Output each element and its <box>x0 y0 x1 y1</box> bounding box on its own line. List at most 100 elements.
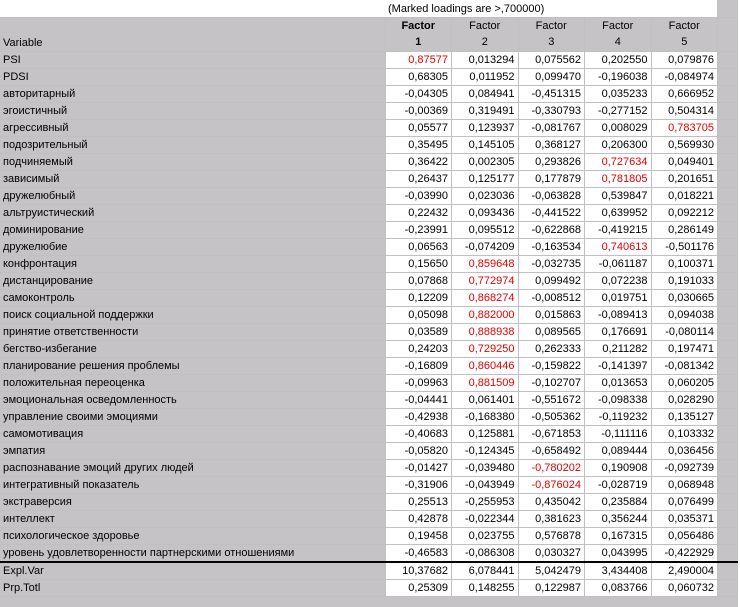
factor-1-cell[interactable]: 10,37682 <box>385 562 452 580</box>
factor-1-cell[interactable]: 0,22432 <box>385 205 452 222</box>
factor-3-cell[interactable]: 0,089565 <box>518 324 585 341</box>
factor-2-cell[interactable]: -0,086308 <box>452 545 519 563</box>
row-label[interactable]: агрессивный <box>0 120 385 137</box>
factor-3-header[interactable]: Factor3 <box>518 18 585 52</box>
factor-5-cell[interactable]: -0,501176 <box>651 239 718 256</box>
factor-3-cell[interactable]: -0,451315 <box>518 86 585 103</box>
factor-2-cell[interactable]: 0,011952 <box>452 69 519 86</box>
factor-1-cell[interactable]: -0,16809 <box>385 358 452 375</box>
factor-4-cell[interactable]: 0,083766 <box>585 580 652 597</box>
factor-4-cell[interactable]: 0,167315 <box>585 528 652 545</box>
factor-5-cell[interactable]: 0,286149 <box>651 222 718 239</box>
row-label[interactable]: поиск социальной поддержки <box>0 307 385 324</box>
factor-1-cell[interactable]: 0,19458 <box>385 528 452 545</box>
factor-1-cell[interactable]: 0,06563 <box>385 239 452 256</box>
factor-1-cell[interactable]: 0,35495 <box>385 137 452 154</box>
factor-3-cell[interactable]: -0,658492 <box>518 443 585 460</box>
factor-3-cell[interactable]: 0,576878 <box>518 528 585 545</box>
factor-1-cell[interactable]: 0,25309 <box>385 580 452 597</box>
factor-1-cell[interactable]: 0,25513 <box>385 494 452 511</box>
factor-5-cell[interactable]: 0,068948 <box>651 477 718 494</box>
factor-2-cell[interactable]: 0,888938 <box>452 324 519 341</box>
factor-1-cell[interactable]: 0,26437 <box>385 171 452 188</box>
factor-5-cell[interactable]: 2,490004 <box>651 562 718 580</box>
factor-2-cell[interactable]: 0,881509 <box>452 375 519 392</box>
row-label[interactable]: самоконтроль <box>0 290 385 307</box>
factor-1-cell[interactable]: 0,03589 <box>385 324 452 341</box>
row-label[interactable]: авторитарный <box>0 86 385 103</box>
factor-1-cell[interactable]: -0,04441 <box>385 392 452 409</box>
factor-4-cell[interactable]: 0,089444 <box>585 443 652 460</box>
factor-2-cell[interactable]: 0,023036 <box>452 188 519 205</box>
row-label[interactable]: конфронтация <box>0 256 385 273</box>
factor-2-cell[interactable]: 0,860446 <box>452 358 519 375</box>
factor-4-cell[interactable]: 0,019751 <box>585 290 652 307</box>
row-label[interactable]: Expl.Var <box>0 562 385 580</box>
factor-5-cell[interactable]: 0,049401 <box>651 154 718 171</box>
factor-1-cell[interactable]: -0,05820 <box>385 443 452 460</box>
factor-1-cell[interactable]: -0,46583 <box>385 545 452 563</box>
factor-2-cell[interactable]: 0,084941 <box>452 86 519 103</box>
factor-1-cell[interactable]: 0,07868 <box>385 273 452 290</box>
factor-5-cell[interactable]: 0,103332 <box>651 426 718 443</box>
factor-1-cell[interactable]: 0,42878 <box>385 511 452 528</box>
factor-1-cell[interactable]: 0,68305 <box>385 69 452 86</box>
factor-4-header[interactable]: Factor4 <box>585 18 652 52</box>
row-label[interactable]: уровень удовлетворенности партнерскими о… <box>0 545 385 563</box>
factor-1-cell[interactable]: -0,01427 <box>385 460 452 477</box>
factor-3-cell[interactable]: 0,075562 <box>518 52 585 69</box>
factor-1-cell[interactable]: 0,05577 <box>385 120 452 137</box>
factor-4-cell[interactable]: 0,539847 <box>585 188 652 205</box>
factor-5-cell[interactable]: 0,092212 <box>651 205 718 222</box>
factor-4-cell[interactable]: 0,235884 <box>585 494 652 511</box>
factor-1-cell[interactable]: 0,15650 <box>385 256 452 273</box>
row-label[interactable]: интегративный показатель <box>0 477 385 494</box>
factor-2-cell[interactable]: 0,729250 <box>452 341 519 358</box>
factor-3-cell[interactable]: 0,368127 <box>518 137 585 154</box>
factor-3-cell[interactable]: -0,671853 <box>518 426 585 443</box>
factor-3-cell[interactable]: -0,032735 <box>518 256 585 273</box>
factor-2-cell[interactable]: 0,023755 <box>452 528 519 545</box>
factor-4-cell[interactable]: -0,098338 <box>585 392 652 409</box>
factor-4-cell[interactable]: 0,727634 <box>585 154 652 171</box>
factor-2-cell[interactable]: -0,043949 <box>452 477 519 494</box>
factor-4-cell[interactable]: 0,639952 <box>585 205 652 222</box>
factor-3-cell[interactable]: -0,441522 <box>518 205 585 222</box>
factor-4-cell[interactable]: 0,206300 <box>585 137 652 154</box>
row-label[interactable]: принятие ответственности <box>0 324 385 341</box>
factor-2-cell[interactable]: 0,145105 <box>452 137 519 154</box>
variable-column-header[interactable]: Variable <box>0 18 385 52</box>
factor-3-cell[interactable]: 0,177879 <box>518 171 585 188</box>
factor-2-cell[interactable]: 0,868274 <box>452 290 519 307</box>
factor-3-cell[interactable]: -0,008512 <box>518 290 585 307</box>
row-label[interactable]: дружелюбный <box>0 188 385 205</box>
factor-1-cell[interactable]: 0,87577 <box>385 52 452 69</box>
factor-3-cell[interactable]: 0,015863 <box>518 307 585 324</box>
factor-5-cell[interactable]: 0,783705 <box>651 120 718 137</box>
factor-4-cell[interactable]: 0,008029 <box>585 120 652 137</box>
factor-5-cell[interactable]: -0,081342 <box>651 358 718 375</box>
factor-5-cell[interactable]: 0,035371 <box>651 511 718 528</box>
factor-5-header[interactable]: Factor5 <box>651 18 718 52</box>
factor-1-cell[interactable]: 0,24203 <box>385 341 452 358</box>
row-label[interactable]: положительная переоценка <box>0 375 385 392</box>
factor-3-cell[interactable]: 0,099470 <box>518 69 585 86</box>
factor-2-cell[interactable]: 0,093436 <box>452 205 519 222</box>
factor-2-cell[interactable]: 0,859648 <box>452 256 519 273</box>
factor-3-cell[interactable]: 0,030327 <box>518 545 585 563</box>
factor-3-cell[interactable]: -0,780202 <box>518 460 585 477</box>
factor-2-cell[interactable]: 0,125881 <box>452 426 519 443</box>
factor-5-cell[interactable]: 0,030665 <box>651 290 718 307</box>
factor-3-cell[interactable]: -0,876024 <box>518 477 585 494</box>
factor-4-cell[interactable]: -0,089413 <box>585 307 652 324</box>
row-label[interactable]: эгоистичный <box>0 103 385 120</box>
factor-3-cell[interactable]: 5,042479 <box>518 562 585 580</box>
factor-4-cell[interactable]: 0,190908 <box>585 460 652 477</box>
factor-5-cell[interactable]: -0,422929 <box>651 545 718 563</box>
factor-5-cell[interactable]: 0,504314 <box>651 103 718 120</box>
factor-4-cell[interactable]: -0,419215 <box>585 222 652 239</box>
row-label[interactable]: психологическое здоровье <box>0 528 385 545</box>
factor-2-cell[interactable]: -0,039480 <box>452 460 519 477</box>
factor-1-cell[interactable]: -0,40683 <box>385 426 452 443</box>
row-label[interactable]: доминирование <box>0 222 385 239</box>
